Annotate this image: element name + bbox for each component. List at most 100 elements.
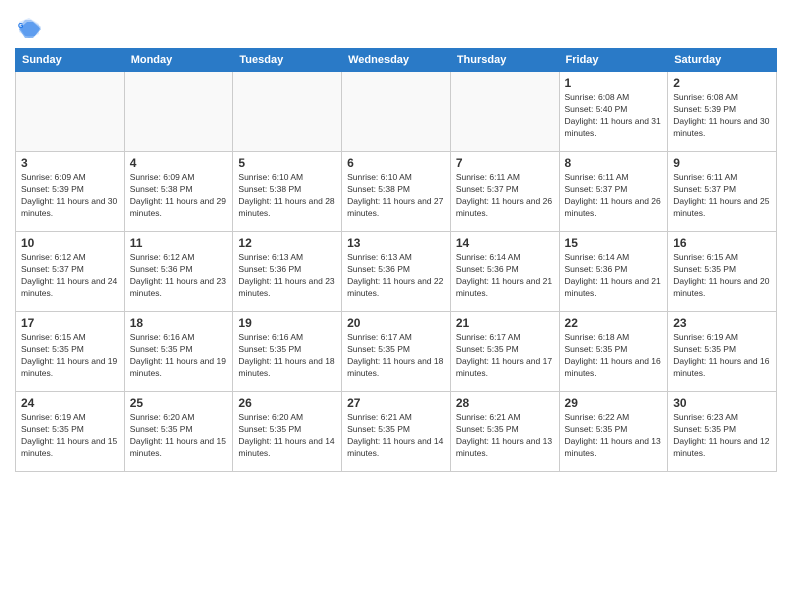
day-number: 20 — [347, 316, 445, 330]
day-info: Sunrise: 6:10 AM Sunset: 5:38 PM Dayligh… — [238, 172, 336, 220]
calendar-day-15: 15 Sunrise: 6:14 AM Sunset: 5:36 PM Dayli… — [559, 232, 668, 312]
calendar-day-23: 23 Sunrise: 6:19 AM Sunset: 5:35 PM Dayli… — [668, 312, 777, 392]
calendar-day-14: 14 Sunrise: 6:14 AM Sunset: 5:36 PM Dayli… — [450, 232, 559, 312]
day-number: 14 — [456, 236, 554, 250]
calendar-week-row: 17 Sunrise: 6:15 AM Sunset: 5:35 PM Dayli… — [16, 312, 777, 392]
day-number: 25 — [130, 396, 228, 410]
day-info: Sunrise: 6:17 AM Sunset: 5:35 PM Dayligh… — [456, 332, 554, 380]
calendar-day-12: 12 Sunrise: 6:13 AM Sunset: 5:36 PM Dayli… — [233, 232, 342, 312]
calendar-day-29: 29 Sunrise: 6:22 AM Sunset: 5:35 PM Dayli… — [559, 392, 668, 472]
day-number: 1 — [565, 76, 663, 90]
weekday-header-saturday: Saturday — [668, 49, 777, 72]
calendar-empty-cell — [16, 72, 125, 152]
day-number: 4 — [130, 156, 228, 170]
day-number: 2 — [673, 76, 771, 90]
day-number: 29 — [565, 396, 663, 410]
calendar-day-17: 17 Sunrise: 6:15 AM Sunset: 5:35 PM Dayli… — [16, 312, 125, 392]
day-info: Sunrise: 6:14 AM Sunset: 5:36 PM Dayligh… — [565, 252, 663, 300]
weekday-header-sunday: Sunday — [16, 49, 125, 72]
day-info: Sunrise: 6:14 AM Sunset: 5:36 PM Dayligh… — [456, 252, 554, 300]
day-number: 23 — [673, 316, 771, 330]
calendar-day-2: 2 Sunrise: 6:08 AM Sunset: 5:39 PM Daylig… — [668, 72, 777, 152]
day-info: Sunrise: 6:19 AM Sunset: 5:35 PM Dayligh… — [21, 412, 119, 460]
day-number: 13 — [347, 236, 445, 250]
day-info: Sunrise: 6:11 AM Sunset: 5:37 PM Dayligh… — [456, 172, 554, 220]
day-info: Sunrise: 6:08 AM Sunset: 5:40 PM Dayligh… — [565, 92, 663, 140]
day-info: Sunrise: 6:22 AM Sunset: 5:35 PM Dayligh… — [565, 412, 663, 460]
svg-text:G: G — [18, 23, 24, 30]
day-info: Sunrise: 6:18 AM Sunset: 5:35 PM Dayligh… — [565, 332, 663, 380]
day-number: 12 — [238, 236, 336, 250]
day-info: Sunrise: 6:11 AM Sunset: 5:37 PM Dayligh… — [673, 172, 771, 220]
day-info: Sunrise: 6:10 AM Sunset: 5:38 PM Dayligh… — [347, 172, 445, 220]
weekday-header-row: SundayMondayTuesdayWednesdayThursdayFrid… — [16, 49, 777, 72]
day-number: 21 — [456, 316, 554, 330]
weekday-header-monday: Monday — [124, 49, 233, 72]
calendar-empty-cell — [124, 72, 233, 152]
calendar-week-row: 1 Sunrise: 6:08 AM Sunset: 5:40 PM Daylig… — [16, 72, 777, 152]
day-info: Sunrise: 6:13 AM Sunset: 5:36 PM Dayligh… — [238, 252, 336, 300]
calendar-day-26: 26 Sunrise: 6:20 AM Sunset: 5:35 PM Dayli… — [233, 392, 342, 472]
calendar-day-20: 20 Sunrise: 6:17 AM Sunset: 5:35 PM Dayli… — [342, 312, 451, 392]
day-number: 17 — [21, 316, 119, 330]
day-info: Sunrise: 6:17 AM Sunset: 5:35 PM Dayligh… — [347, 332, 445, 380]
weekday-header-wednesday: Wednesday — [342, 49, 451, 72]
calendar-day-22: 22 Sunrise: 6:18 AM Sunset: 5:35 PM Dayli… — [559, 312, 668, 392]
day-info: Sunrise: 6:21 AM Sunset: 5:35 PM Dayligh… — [456, 412, 554, 460]
calendar-week-row: 3 Sunrise: 6:09 AM Sunset: 5:39 PM Daylig… — [16, 152, 777, 232]
calendar-empty-cell — [450, 72, 559, 152]
day-info: Sunrise: 6:20 AM Sunset: 5:35 PM Dayligh… — [130, 412, 228, 460]
logo-icon: G — [15, 14, 43, 42]
day-info: Sunrise: 6:19 AM Sunset: 5:35 PM Dayligh… — [673, 332, 771, 380]
day-number: 26 — [238, 396, 336, 410]
day-info: Sunrise: 6:12 AM Sunset: 5:37 PM Dayligh… — [21, 252, 119, 300]
day-info: Sunrise: 6:16 AM Sunset: 5:35 PM Dayligh… — [130, 332, 228, 380]
day-info: Sunrise: 6:21 AM Sunset: 5:35 PM Dayligh… — [347, 412, 445, 460]
day-number: 6 — [347, 156, 445, 170]
day-info: Sunrise: 6:12 AM Sunset: 5:36 PM Dayligh… — [130, 252, 228, 300]
day-number: 11 — [130, 236, 228, 250]
day-info: Sunrise: 6:15 AM Sunset: 5:35 PM Dayligh… — [673, 252, 771, 300]
calendar: SundayMondayTuesdayWednesdayThursdayFrid… — [15, 48, 777, 472]
calendar-day-6: 6 Sunrise: 6:10 AM Sunset: 5:38 PM Daylig… — [342, 152, 451, 232]
day-number: 16 — [673, 236, 771, 250]
day-info: Sunrise: 6:13 AM Sunset: 5:36 PM Dayligh… — [347, 252, 445, 300]
weekday-header-friday: Friday — [559, 49, 668, 72]
day-info: Sunrise: 6:08 AM Sunset: 5:39 PM Dayligh… — [673, 92, 771, 140]
calendar-day-5: 5 Sunrise: 6:10 AM Sunset: 5:38 PM Daylig… — [233, 152, 342, 232]
logo: G — [15, 14, 47, 42]
header: G — [15, 10, 777, 42]
calendar-day-30: 30Sunrise: 6:23 AM Sunset: 5:35 PM Dayli… — [668, 392, 777, 472]
weekday-header-tuesday: Tuesday — [233, 49, 342, 72]
day-number: 15 — [565, 236, 663, 250]
calendar-day-1: 1 Sunrise: 6:08 AM Sunset: 5:40 PM Daylig… — [559, 72, 668, 152]
weekday-header-thursday: Thursday — [450, 49, 559, 72]
calendar-day-21: 21 Sunrise: 6:17 AM Sunset: 5:35 PM Dayli… — [450, 312, 559, 392]
day-info: Sunrise: 6:11 AM Sunset: 5:37 PM Dayligh… — [565, 172, 663, 220]
calendar-day-19: 19 Sunrise: 6:16 AM Sunset: 5:35 PM Dayli… — [233, 312, 342, 392]
day-number: 24 — [21, 396, 119, 410]
calendar-day-11: 11 Sunrise: 6:12 AM Sunset: 5:36 PM Dayli… — [124, 232, 233, 312]
calendar-day-24: 24 Sunrise: 6:19 AM Sunset: 5:35 PM Dayli… — [16, 392, 125, 472]
day-number: 22 — [565, 316, 663, 330]
day-info: Sunrise: 6:16 AM Sunset: 5:35 PM Dayligh… — [238, 332, 336, 380]
day-number: 19 — [238, 316, 336, 330]
day-number: 8 — [565, 156, 663, 170]
calendar-empty-cell — [342, 72, 451, 152]
calendar-week-row: 10Sunrise: 6:12 AM Sunset: 5:37 PM Dayli… — [16, 232, 777, 312]
calendar-day-13: 13 Sunrise: 6:13 AM Sunset: 5:36 PM Dayli… — [342, 232, 451, 312]
calendar-day-4: 4Sunrise: 6:09 AM Sunset: 5:38 PM Daylig… — [124, 152, 233, 232]
day-number: 7 — [456, 156, 554, 170]
day-number: 27 — [347, 396, 445, 410]
day-number: 5 — [238, 156, 336, 170]
day-info: Sunrise: 6:09 AM Sunset: 5:39 PM Dayligh… — [21, 172, 119, 220]
calendar-day-27: 27 Sunrise: 6:21 AM Sunset: 5:35 PM Dayli… — [342, 392, 451, 472]
calendar-week-row: 24 Sunrise: 6:19 AM Sunset: 5:35 PM Dayli… — [16, 392, 777, 472]
day-number: 3 — [21, 156, 119, 170]
day-number: 9 — [673, 156, 771, 170]
day-number: 28 — [456, 396, 554, 410]
day-info: Sunrise: 6:20 AM Sunset: 5:35 PM Dayligh… — [238, 412, 336, 460]
calendar-day-16: 16 Sunrise: 6:15 AM Sunset: 5:35 PM Dayli… — [668, 232, 777, 312]
page: G SundayMondayTuesdayWednesdayThursdayFr… — [0, 0, 792, 612]
day-info: Sunrise: 6:15 AM Sunset: 5:35 PM Dayligh… — [21, 332, 119, 380]
